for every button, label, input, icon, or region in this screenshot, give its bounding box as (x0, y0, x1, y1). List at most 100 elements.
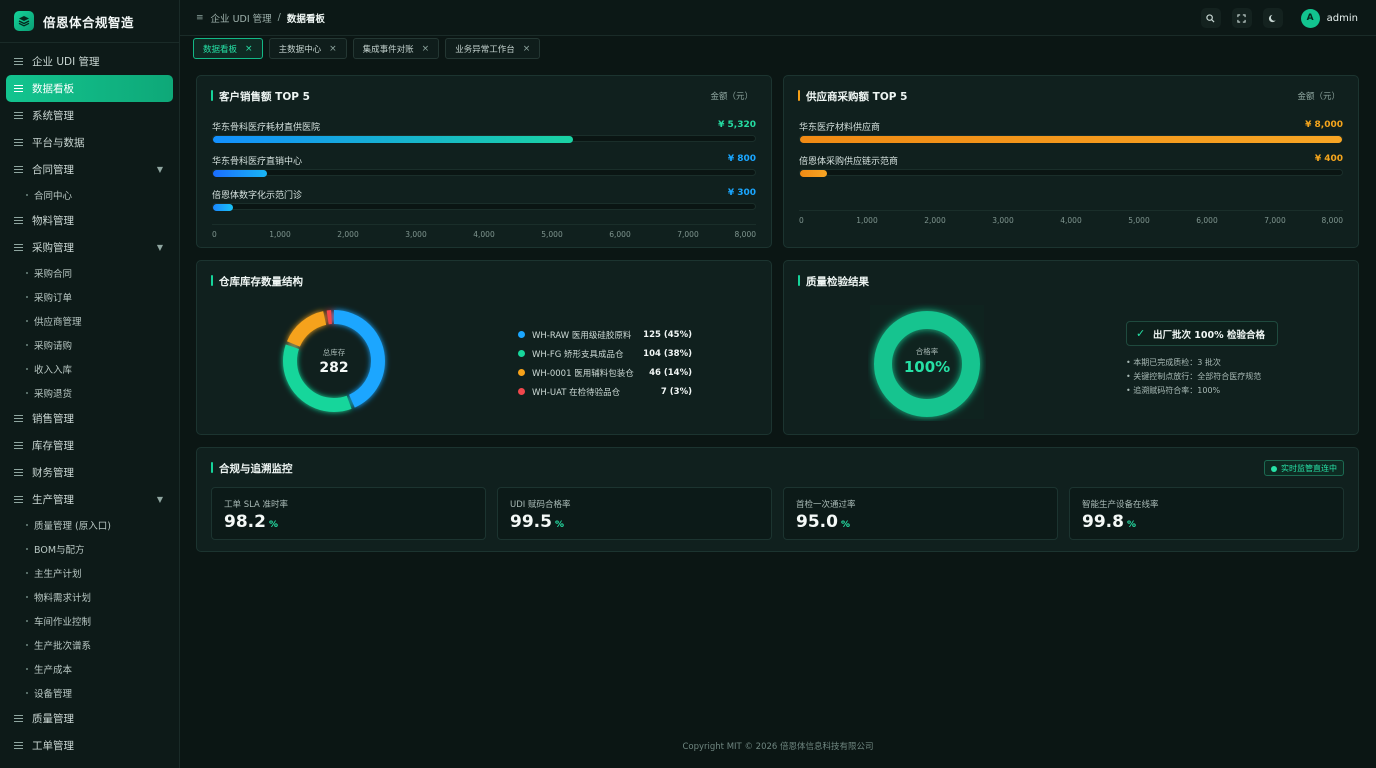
live-status-text: 实时监管直连中 (1281, 463, 1337, 473)
bullet-icon (26, 344, 28, 346)
bullet-icon (26, 296, 28, 298)
bar-track (799, 135, 1343, 143)
axis-tick-label: 3,000 (992, 216, 1014, 225)
x-axis: 0 1,000 2,000 3,000 4,000 5,000 6,000 7,000 8,00… (799, 210, 1343, 225)
legend-label: WH-RAW 医用级硅胶原料 (532, 330, 632, 341)
tab-item[interactable]: 主数据中心 × (268, 38, 347, 59)
close-icon[interactable]: × (523, 44, 531, 54)
tab-item[interactable]: 业务异常工作台 × (445, 38, 541, 59)
bar-value: ¥ 400 (1314, 154, 1343, 164)
top-header: ≡ 企业 UDI 管理 / 数据看板 A admin (180, 0, 1376, 36)
bar-value: ¥ 8,000 (1305, 120, 1343, 130)
bar-fill (800, 170, 828, 177)
bar-track (212, 135, 756, 143)
sidebar-item[interactable]: 企业 UDI 管理 (6, 48, 173, 75)
donut-center-value: 282 (319, 360, 348, 376)
legend-item[interactable]: WH-FG 矫形支具成品仓 104 (38%) (518, 344, 692, 363)
sidebar-item[interactable]: 物料管理 (6, 207, 173, 234)
sidebar-subitem[interactable]: BOM与配方 (0, 537, 179, 561)
sidebar-subitem[interactable]: 收入入库 (0, 357, 179, 381)
sidebar-item[interactable]: 数据看板 (6, 75, 173, 102)
sidebar-item-label: 物料需求计划 (34, 593, 92, 604)
sidebar-group[interactable]: 采购管理 ▼ (6, 234, 173, 261)
live-dot-icon (1271, 466, 1277, 472)
menu-icon (14, 469, 23, 476)
sidebar-item-label: 生产成本 (34, 665, 73, 676)
unit-label: 金额（元） (710, 92, 753, 102)
bar-track (799, 169, 1343, 177)
sidebar-item[interactable]: 平台与数据 (6, 129, 173, 156)
sidebar-item-label: 企业 UDI 管理 (32, 56, 100, 68)
menu-icon (14, 166, 23, 173)
avatar[interactable]: A (1300, 8, 1320, 28)
sidebar-item[interactable]: 库存管理 (6, 432, 173, 459)
sidebar-subitem[interactable]: 采购退货 (0, 381, 179, 405)
sidebar-subitem[interactable]: 采购订单 (0, 285, 179, 309)
tab-label: 业务异常工作台 (455, 44, 515, 55)
close-icon[interactable]: × (329, 44, 337, 54)
chevron-down-icon[interactable]: ▼ (157, 243, 163, 252)
sidebar-subitem[interactable]: 生产成本 (0, 657, 179, 681)
sidebar-item-label: 库存管理 (32, 440, 74, 452)
menu-icon (14, 415, 23, 422)
sidebar-item[interactable]: 销售管理 (6, 405, 173, 432)
bar-value: ¥ 5,320 (718, 120, 756, 130)
legend-value: 104 (38%) (643, 348, 692, 359)
legend-item[interactable]: WH-RAW 医用级硅胶原料 125 (45%) (518, 325, 692, 344)
sidebar-subitem[interactable]: 设备管理 (0, 681, 179, 705)
metric-label: 首检一次通过率 (796, 500, 856, 510)
close-icon[interactable]: × (245, 44, 253, 54)
tab-item[interactable]: 数据看板 × (193, 38, 263, 59)
sidebar-subitem[interactable]: 车间作业控制 (0, 609, 179, 633)
bar-row: 倍恩体数字化示范门诊 ¥ 300 (212, 188, 756, 218)
fullscreen-icon[interactable] (1231, 8, 1252, 28)
close-icon[interactable]: × (422, 44, 430, 54)
menu-icon (14, 85, 23, 92)
theme-icon[interactable] (1262, 8, 1283, 28)
sidebar-item-label: 设备管理 (34, 689, 73, 700)
sidebar-item[interactable]: 质量管理 (6, 705, 173, 732)
sidebar-item[interactable]: 工单管理 (6, 732, 173, 759)
menu-icon (14, 742, 23, 749)
sidebar-subitem[interactable]: 物料需求计划 (0, 585, 179, 609)
axis-tick-label: 4,000 (473, 230, 495, 239)
sidebar-subitem[interactable]: 采购请购 (0, 333, 179, 357)
sidebar-item-label: 采购管理 (32, 242, 74, 254)
sidebar-item-label: 财务管理 (32, 467, 74, 479)
legend-item[interactable]: WH-UAT 在检待验品仓 7 (3%) (518, 382, 692, 401)
metric-card: UDI 赋码合格率 99.5% (497, 487, 772, 540)
bar-fill (800, 136, 1342, 143)
bullet-icon (26, 572, 28, 574)
quality-note: • 关键控制点放行：全部符合医疗规范 (1126, 372, 1262, 381)
metric-value: 95.0% (796, 512, 850, 532)
brand[interactable]: 倍恩体合规智造 (0, 0, 179, 43)
legend-item[interactable]: WH-0001 医用辅料包装仓 46 (14%) (518, 363, 692, 382)
sidebar-item[interactable]: 财务管理 (6, 459, 173, 486)
breadcrumb-item[interactable]: 企业 UDI 管理 (211, 11, 272, 25)
sidebar-subitem[interactable]: 主生产计划 (0, 561, 179, 585)
card-title: 合规与追溯监控 (211, 461, 293, 476)
quality-note: • 追溯赋码符合率：100% (1126, 386, 1221, 395)
menu-toggle-icon[interactable]: ≡ (196, 13, 204, 23)
live-status-badge: 实时监管直连中 (1264, 460, 1344, 476)
tab-item[interactable]: 集成事件对账 × (352, 38, 440, 59)
sidebar-item-label: 供应商管理 (34, 317, 82, 328)
sidebar-subitem[interactable]: 质量管理 (原入口) (0, 513, 179, 537)
sidebar-item[interactable]: 系统管理 (6, 102, 173, 129)
search-icon[interactable] (1200, 8, 1221, 28)
sidebar-subitem[interactable]: 供应商管理 (0, 309, 179, 333)
sidebar-group[interactable]: 合同管理 ▼ (6, 156, 173, 183)
breadcrumb-current: 数据看板 (286, 13, 325, 25)
sidebar-group[interactable]: 生产管理 ▼ (6, 486, 173, 513)
sidebar-subitem[interactable]: 生产批次谱系 (0, 633, 179, 657)
chevron-down-icon[interactable]: ▼ (157, 165, 163, 174)
bar-label: 倍恩体数字化示范门诊 (212, 191, 303, 201)
chevron-down-icon[interactable]: ▼ (157, 495, 163, 504)
sidebar-subitem[interactable]: 合同中心 (0, 183, 179, 207)
footer-copyright: Copyright MIT © 2026 倍恩体信息科技有限公司 (682, 742, 874, 752)
tab-bar: 数据看板 × 主数据中心 × 集成事件对账 × 业务异常工作台 × (193, 38, 546, 60)
user-name[interactable]: admin (1327, 13, 1358, 24)
metric-label: UDI 赋码合格率 (510, 500, 571, 510)
metric-label: 智能生产设备在线率 (1082, 500, 1159, 510)
sidebar-subitem[interactable]: 采购合同 (0, 261, 179, 285)
